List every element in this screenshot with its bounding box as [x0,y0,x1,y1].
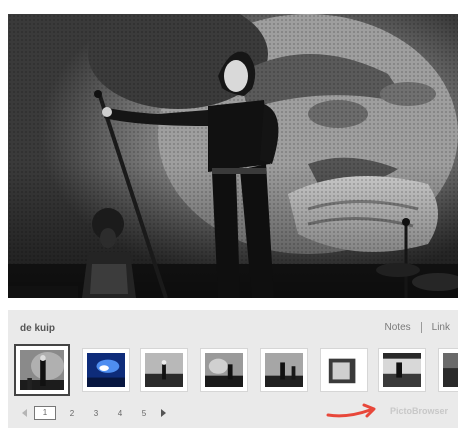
page-3[interactable]: 3 [84,409,108,418]
triangle-left-icon[interactable] [20,408,30,418]
thumbnail-1[interactable] [14,344,70,396]
thumbnail-1-image [20,350,64,390]
link-link[interactable]: Link [432,322,450,333]
thumbnail-3-image [145,353,183,387]
page-1[interactable]: 1 [34,406,56,420]
thumbnail-5[interactable] [260,348,308,392]
page-4[interactable]: 4 [108,409,132,418]
link-separator [420,322,422,333]
thumbnail-5-image [265,353,303,387]
pager: 1 2 3 4 5 [20,406,168,420]
thumbnail-4-image [205,353,243,387]
thumbnail-8-image [443,353,458,387]
thumbnail-strip [14,344,458,398]
thumbnail-3[interactable] [140,348,188,392]
main-photo [8,14,458,298]
thumbnail-6-image [325,353,363,387]
thumbnail-4[interactable] [200,348,248,392]
thumbnail-7-image [383,353,421,387]
thumbnail-2-image [87,353,125,387]
brand-label[interactable]: PictoBrowser [390,406,448,416]
notes-link[interactable]: Notes [385,322,411,333]
top-links: Notes Link [385,322,450,333]
browser-panel: de kuip Notes Link 1 2 3 4 5 PictoBrowse… [8,310,458,428]
page-2[interactable]: 2 [60,409,84,418]
thumbnail-2[interactable] [82,348,130,392]
page-5[interactable]: 5 [132,409,156,418]
curved-arrow-icon [326,403,376,418]
concert-photo [8,14,458,298]
thumbnail-6[interactable] [320,348,368,392]
thumbnail-7[interactable] [378,348,426,392]
triangle-right-icon[interactable] [158,408,168,418]
album-title: de kuip [20,323,56,334]
thumbnail-8[interactable] [438,348,458,392]
